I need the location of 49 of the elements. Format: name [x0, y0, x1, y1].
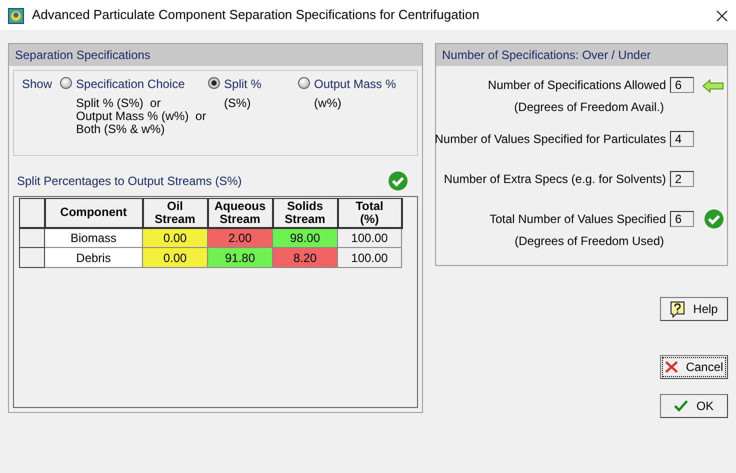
column-header: Component — [44, 198, 142, 228]
arrow-icon — [702, 78, 724, 93]
option-detail: (S%) — [224, 97, 252, 110]
table-cell: Debris — [44, 248, 142, 268]
spec-label: Number of Specifications Allowed — [488, 77, 666, 94]
option-label[interactable]: Output Mass % — [314, 75, 396, 93]
option-detail: Output Mass % (w%) or — [76, 110, 206, 123]
window-title: Advanced Particulate Component Separation Specifications for Centrifugation — [32, 6, 480, 24]
radio-button[interactable] — [60, 77, 72, 89]
check-icon — [704, 209, 724, 229]
option-label[interactable]: Split % — [224, 75, 262, 93]
app-icon — [8, 8, 24, 24]
grid-title: Split Percentages to Output Streams (S%) — [17, 173, 242, 190]
table-cell[interactable]: 91.80 — [208, 248, 272, 268]
value-field: 6 — [670, 77, 694, 93]
spec-note: (Degrees of Freedom Avail.) — [514, 99, 664, 116]
option-label[interactable]: Specification Choice — [76, 75, 206, 93]
ok-button[interactable]: OK — [660, 394, 728, 418]
spec-note: (Degrees of Freedom Used) — [514, 233, 664, 250]
option-detail: Split % (S%) or — [76, 97, 162, 110]
close-icon — [664, 361, 678, 373]
value-field: 2 — [670, 171, 694, 187]
help-button[interactable]: Help — [660, 297, 728, 321]
spec-label: Number of Values Specified for Particulates — [434, 131, 666, 148]
show-label: Show — [22, 76, 52, 93]
row-header[interactable] — [20, 228, 44, 248]
value-field: 6 — [670, 211, 694, 227]
table-cell[interactable]: 0.00 — [142, 248, 208, 268]
close-icon[interactable] — [716, 10, 728, 22]
table-cell: 100.00 — [338, 248, 402, 268]
column-header: Solids Stream — [272, 198, 338, 228]
check-icon — [388, 171, 408, 191]
table-cell[interactable]: 8.20 — [272, 248, 338, 268]
spec-label: Total Number of Values Specified — [489, 211, 666, 228]
checkmark-icon — [674, 400, 688, 412]
spec-label: Number of Extra Specs (e.g. for Solvents) — [444, 171, 666, 188]
column-header: Total (%) — [338, 198, 402, 228]
row-header[interactable] — [20, 248, 44, 268]
column-header: Aqueous Stream — [208, 198, 272, 228]
panel-header: Separation Specifications — [9, 44, 422, 66]
option-detail: (w%) — [314, 97, 342, 110]
radio-button[interactable] — [208, 77, 220, 89]
radio-button[interactable] — [298, 77, 310, 89]
panel-header: Number of Specifications: Over / Under — [436, 44, 727, 66]
column-header: Oil Stream — [142, 198, 208, 228]
help-icon — [670, 300, 686, 318]
cancel-button[interactable]: Cancel — [660, 355, 728, 379]
option-detail: Both (S% & w%) — [76, 123, 165, 136]
value-field: 4 — [670, 131, 694, 147]
